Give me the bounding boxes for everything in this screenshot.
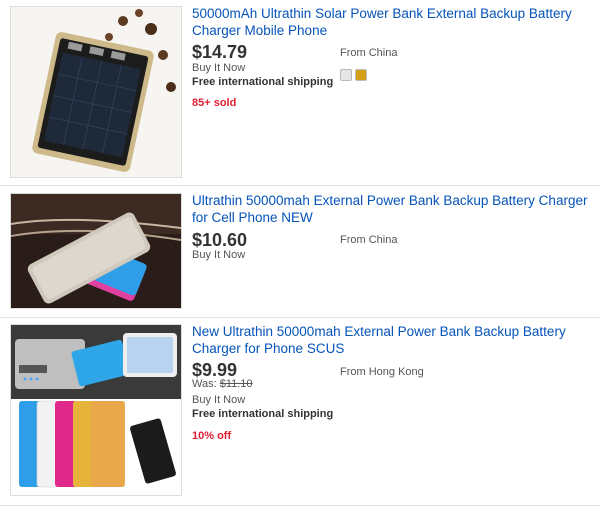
listing-price: $10.60 bbox=[192, 230, 248, 250]
slim-power-bank-icon bbox=[11, 194, 181, 308]
was-label: Was: bbox=[192, 378, 220, 390]
color-swatch-gold[interactable] bbox=[355, 69, 367, 81]
buy-it-now-label: Buy It Now bbox=[192, 249, 246, 261]
colorful-power-banks-icon bbox=[11, 325, 181, 495]
was-price: $11.10 bbox=[219, 378, 253, 390]
product-image[interactable] bbox=[10, 6, 182, 178]
buy-it-now-label: Buy It Now bbox=[192, 62, 246, 74]
shipping-label: Free international shipping bbox=[192, 76, 334, 88]
listing-item: New Ultrathin 50000mah External Power Ba… bbox=[0, 318, 600, 506]
item-location: From Hong Kong bbox=[340, 366, 424, 378]
listing-title-link[interactable]: Ultrathin 50000mah External Power Bank B… bbox=[192, 192, 592, 226]
sold-count-label: 85+ sold bbox=[192, 97, 237, 109]
discount-label: 10% off bbox=[192, 430, 232, 442]
item-location: From China bbox=[340, 234, 398, 246]
listing-item: 50000mAh Ultrathin Solar Power Bank Exte… bbox=[0, 0, 600, 186]
solar-power-bank-icon bbox=[11, 7, 181, 177]
item-location: From China bbox=[340, 47, 398, 59]
listing-title-link[interactable]: New Ultrathin 50000mah External Power Ba… bbox=[192, 323, 592, 357]
product-image[interactable] bbox=[10, 193, 182, 309]
color-swatch-silver[interactable] bbox=[340, 69, 352, 81]
product-image[interactable] bbox=[10, 324, 182, 496]
buy-it-now-label: Buy It Now bbox=[192, 394, 246, 406]
shipping-label: Free international shipping bbox=[192, 408, 334, 420]
original-price: Was: $11.10 bbox=[192, 378, 253, 390]
listing-price: $14.79 bbox=[192, 42, 248, 62]
listing-item: Ultrathin 50000mah External Power Bank B… bbox=[0, 186, 600, 318]
listing-title-link[interactable]: 50000mAh Ultrathin Solar Power Bank Exte… bbox=[192, 5, 592, 39]
